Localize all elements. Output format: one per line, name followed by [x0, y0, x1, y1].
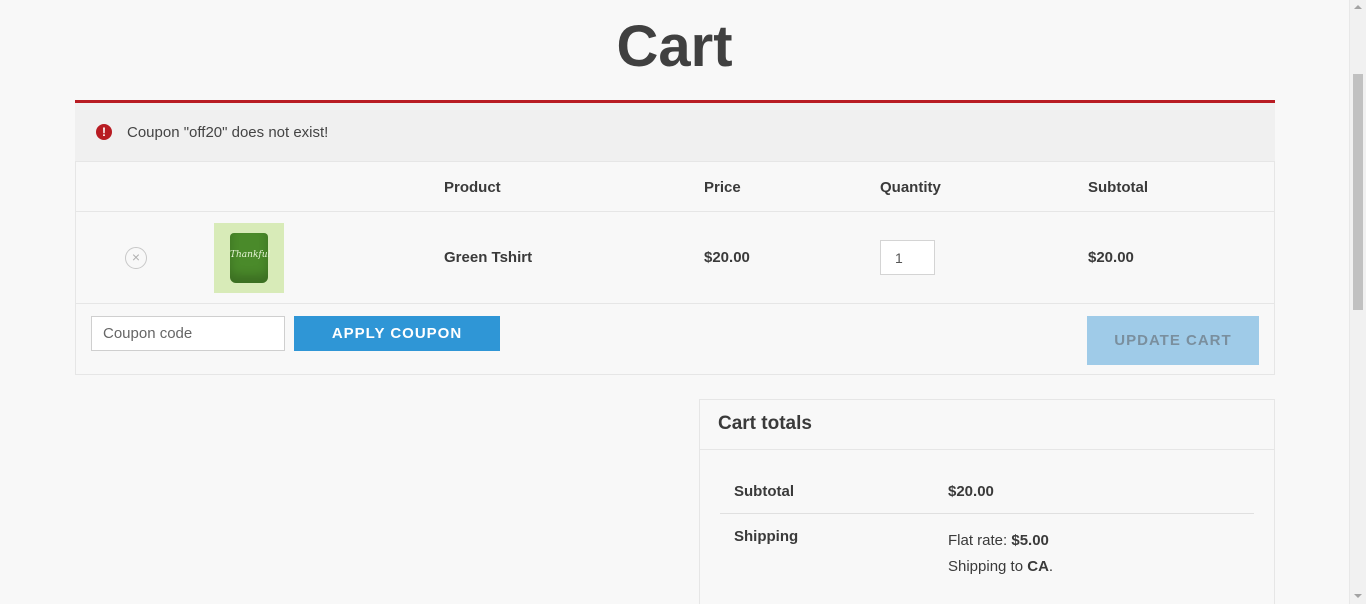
product-subtotal: $20.00 [1088, 249, 1134, 266]
table-header: Product Price Quantity Subtotal [76, 162, 1274, 212]
cart-table: Product Price Quantity Subtotal × Thankf… [75, 161, 1275, 375]
shipping-to-region: CA [1027, 558, 1049, 575]
remove-item-icon[interactable]: × [125, 247, 147, 269]
apply-coupon-button[interactable]: Apply coupon [294, 316, 500, 351]
page-title: Cart [616, 14, 733, 79]
subtotal-label: Subtotal [734, 483, 794, 500]
cart-page: Cart ! Coupon "off20" does not exist! Pr… [0, 0, 1366, 604]
exclamation-circle-icon: ! [96, 124, 112, 140]
product-name-link[interactable]: Green Tshirt [444, 249, 532, 266]
coupon-code-input[interactable] [91, 316, 285, 351]
subtotal-value: $20.00 [948, 483, 994, 500]
update-cart-button[interactable]: Update cart [1087, 316, 1259, 365]
product-price: $20.00 [704, 249, 750, 266]
notice-text: Coupon "off20" does not exist! [127, 123, 329, 141]
shipping-method-price: $5.00 [1011, 532, 1049, 549]
vertical-scrollbar[interactable] [1349, 0, 1366, 604]
shipping-to-prefix: Shipping to [948, 558, 1028, 575]
product-thumbnail[interactable]: Thankful [214, 223, 284, 293]
tshirt-icon: Thankful [230, 233, 271, 283]
table-row: × Thankful Green Tshirt $20.00 $20.00 [76, 212, 1274, 304]
cart-actions: Apply coupon Update cart [76, 304, 1274, 374]
cart-totals: Cart totals Subtotal $20.00 Shipping Fla… [699, 399, 1275, 604]
cart-totals-title: Cart totals [718, 413, 812, 434]
shipping-label: Shipping [734, 528, 799, 545]
shipping-method: Flat rate: $5.00 [948, 532, 1049, 549]
tshirt-print: Thankful [230, 250, 271, 260]
shipping-destination: Shipping to CA. [948, 558, 1053, 575]
error-notice: ! Coupon "off20" does not exist! [75, 100, 1275, 161]
header-product: Product [444, 179, 501, 196]
scrollbar-thumb[interactable] [1353, 74, 1363, 310]
header-subtotal: Subtotal [1088, 179, 1148, 196]
quantity-input[interactable] [880, 240, 935, 275]
shipping-to-suffix: . [1048, 558, 1054, 575]
header-price: Price [704, 179, 741, 196]
scroll-down-arrow-icon[interactable] [1354, 594, 1362, 598]
shipping-method-name: Flat rate: [948, 532, 1012, 549]
header-quantity: Quantity [880, 179, 941, 196]
divider [700, 449, 1274, 450]
scroll-up-arrow-icon[interactable] [1354, 5, 1362, 9]
divider [720, 513, 1254, 514]
